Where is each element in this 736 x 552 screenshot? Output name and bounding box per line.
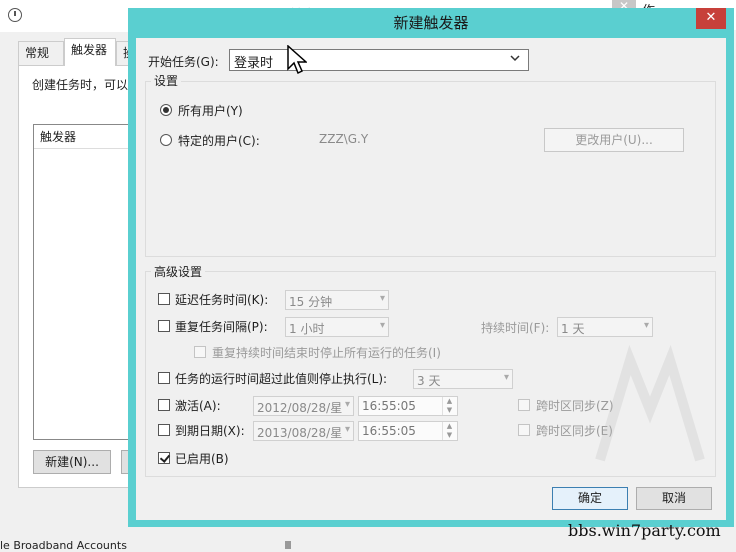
ok-button[interactable]: 确定 bbox=[552, 487, 628, 510]
chevron-down-icon: ▾ bbox=[643, 320, 649, 331]
chevron-down-icon: ▾ bbox=[503, 372, 509, 383]
chevron-down-icon: ▾ bbox=[344, 399, 350, 410]
all-users-label[interactable]: 所有用户(Y) bbox=[178, 102, 243, 119]
delay-value: 15 分钟 bbox=[289, 295, 333, 309]
enabled-checkbox[interactable] bbox=[158, 452, 170, 464]
stop-all-label: 重复持续时间结束时停止所有运行的任务(I) bbox=[212, 346, 441, 360]
mouse-cursor-icon bbox=[287, 45, 307, 75]
expire-time-spinner[interactable]: 16:55:05 ▲ ▼ bbox=[358, 421, 458, 441]
delay-label[interactable]: 延迟任务时间(K): bbox=[175, 291, 268, 308]
repeat-value: 1 小时 bbox=[289, 322, 325, 336]
start-task-label: 开始任务(G): bbox=[148, 55, 219, 69]
watermark-logo-icon bbox=[595, 344, 705, 462]
advanced-group-title: 高级设置 bbox=[151, 263, 206, 280]
expire-time-value: 16:55:05 bbox=[362, 424, 416, 438]
tab-triggers[interactable]: 触发器 bbox=[64, 38, 116, 66]
stop-if-value: 3 天 bbox=[417, 374, 441, 388]
repeat-select[interactable]: 1 小时 ▾ bbox=[285, 317, 389, 337]
activate-time-spinner[interactable]: 16:55:05 ▲ ▼ bbox=[358, 396, 458, 416]
start-task-select[interactable]: 登录时 bbox=[229, 49, 529, 71]
chevron-down-icon: ▾ bbox=[379, 320, 385, 331]
user-name: ZZZ\G.Y bbox=[319, 132, 369, 146]
all-users-radio[interactable] bbox=[160, 104, 172, 116]
duration-value: 1 天 bbox=[561, 322, 585, 336]
expire-date-picker[interactable]: 2013/08/28/星期 ▾ bbox=[253, 421, 354, 441]
activate-checkbox[interactable] bbox=[158, 399, 170, 411]
dialog-title: 新建触发器 bbox=[393, 14, 469, 32]
spinner-arrows-icon[interactable]: ▲ ▼ bbox=[442, 422, 456, 440]
sync-timezone-1-checkbox[interactable] bbox=[518, 399, 530, 411]
parent-bottom-text: le Broadband Accounts bbox=[0, 539, 127, 552]
activate-date-value: 2012/08/28/星期 bbox=[257, 401, 343, 415]
spinner-arrows-icon[interactable]: ▲ ▼ bbox=[442, 397, 456, 415]
trigger-list[interactable]: 触发器 bbox=[33, 124, 143, 440]
duration-label: 持续时间(F): bbox=[481, 321, 550, 335]
start-task-value: 登录时 bbox=[234, 56, 274, 71]
trigger-list-header[interactable]: 触发器 bbox=[34, 125, 142, 149]
watermark-text: bbs.win7party.com bbox=[568, 521, 721, 540]
chevron-down-icon bbox=[510, 53, 524, 67]
specific-user-label[interactable]: 特定的用户(C): bbox=[178, 132, 260, 149]
clock-icon bbox=[8, 8, 22, 22]
repeat-checkbox[interactable] bbox=[158, 320, 170, 332]
stop-if-label[interactable]: 任务的运行时间超过此值则停止执行(L): bbox=[175, 370, 387, 387]
enabled-label[interactable]: 已启用(B) bbox=[175, 450, 229, 467]
chevron-down-icon: ▾ bbox=[344, 424, 350, 435]
delay-select[interactable]: 15 分钟 ▾ bbox=[285, 290, 389, 310]
new-trigger-button[interactable]: 新建(N)... bbox=[33, 450, 111, 474]
expire-label[interactable]: 到期日期(X): bbox=[175, 422, 245, 439]
activate-date-picker[interactable]: 2012/08/28/星期 ▾ bbox=[253, 396, 354, 416]
repeat-label[interactable]: 重复任务间隔(P): bbox=[175, 318, 268, 335]
stop-if-checkbox[interactable] bbox=[158, 372, 170, 384]
sync-timezone-2-checkbox[interactable] bbox=[518, 424, 530, 436]
expire-date-value: 2013/08/28/星期 bbox=[257, 426, 343, 440]
change-user-button[interactable]: 更改用户(U)... bbox=[544, 128, 684, 152]
duration-select[interactable]: 1 天 ▾ bbox=[557, 317, 653, 337]
expire-checkbox[interactable] bbox=[158, 424, 170, 436]
activate-time-value: 16:55:05 bbox=[362, 399, 416, 413]
parent-scroll-thumb[interactable] bbox=[285, 541, 291, 549]
parent-description: 创建任务时，可以 bbox=[32, 78, 129, 92]
close-button[interactable]: ✕ bbox=[696, 8, 726, 29]
chevron-down-icon: ▾ bbox=[379, 293, 385, 304]
settings-group-title: 设置 bbox=[151, 72, 182, 89]
tab-general[interactable]: 常规 bbox=[18, 41, 64, 65]
cancel-button[interactable]: 取消 bbox=[636, 487, 712, 510]
specific-user-radio[interactable] bbox=[160, 134, 172, 146]
delay-checkbox[interactable] bbox=[158, 293, 170, 305]
stop-all-checkbox[interactable] bbox=[194, 346, 206, 358]
activate-label[interactable]: 激活(A): bbox=[175, 397, 221, 414]
stop-if-select[interactable]: 3 天 ▾ bbox=[413, 369, 513, 389]
